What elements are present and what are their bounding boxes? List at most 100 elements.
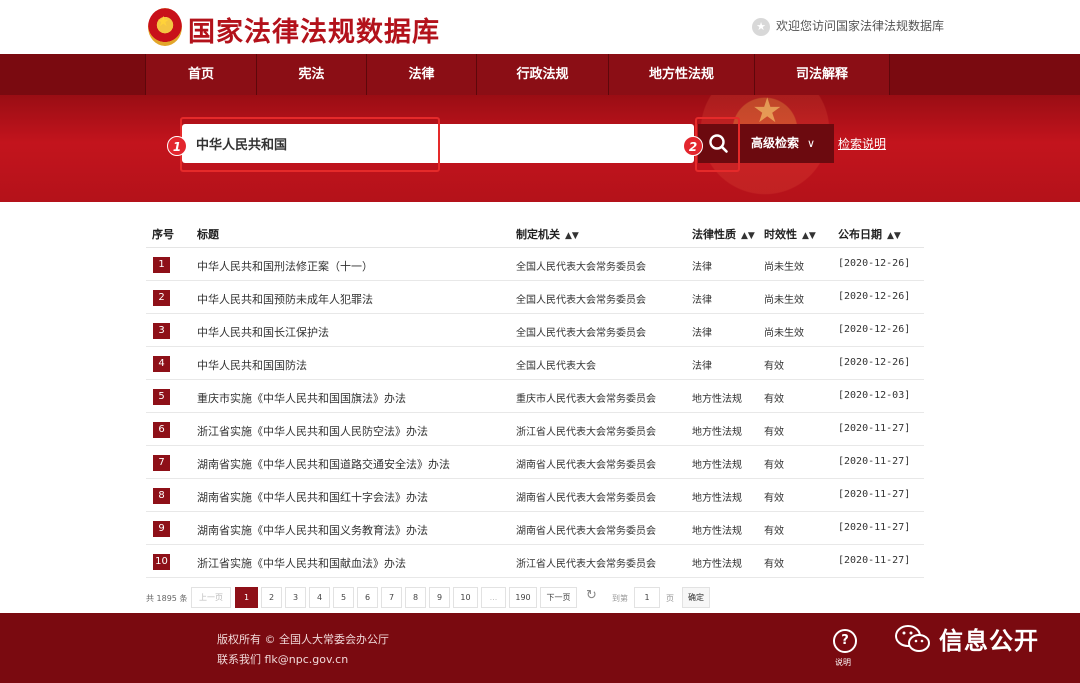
row-status: 有效 xyxy=(764,427,784,438)
nav-item-judicial-interpretation[interactable]: 司法解释 xyxy=(755,54,890,95)
column-header-title: 标题 xyxy=(197,228,219,241)
national-emblem-icon xyxy=(148,8,182,46)
row-date: [2020-11-27] xyxy=(838,555,911,566)
row-date: [2020-12-26] xyxy=(838,324,911,335)
row-org: 全国人民代表大会常务委员会 xyxy=(516,295,646,306)
refresh-icon[interactable]: ↻ xyxy=(586,588,597,603)
row-org: 湖南省人民代表大会常务委员会 xyxy=(516,460,656,471)
page-button-10[interactable]: 10 xyxy=(453,587,478,608)
column-header-date[interactable]: 公布日期 ▲▼ xyxy=(838,226,901,242)
next-page-button[interactable]: 下一页 xyxy=(540,587,577,608)
chevron-down-icon: ∨ xyxy=(807,137,816,150)
wechat-icon xyxy=(895,625,930,652)
row-title-link[interactable]: 中华人民共和国预防未成年人犯罪法 xyxy=(197,291,373,307)
advanced-search-dropdown[interactable]: 高级检索 ∨ xyxy=(740,124,834,163)
column-header-org-label: 制定机关 xyxy=(516,228,560,241)
row-status: 尚未生效 xyxy=(764,262,804,273)
welcome-text: 欢迎您访问国家法律法规数据库 xyxy=(776,19,945,33)
row-title-link[interactable]: 湖南省实施《中华人民共和国红十字会法》办法 xyxy=(197,489,428,505)
row-type: 地方性法规 xyxy=(692,526,742,537)
row-title-link[interactable]: 浙江省实施《中华人民共和国人民防空法》办法 xyxy=(197,423,428,439)
row-title-link[interactable]: 中华人民共和国长江保护法 xyxy=(197,324,329,340)
goto-label: 到第 xyxy=(612,594,628,603)
goto-confirm-button[interactable]: 确定 xyxy=(682,587,710,608)
row-date: [2020-12-26] xyxy=(838,357,911,368)
page-button-190[interactable]: 190 xyxy=(509,587,537,608)
row-status: 有效 xyxy=(764,361,784,372)
nav-item-law[interactable]: 法律 xyxy=(367,54,477,95)
nav-item-constitution[interactable]: 宪法 xyxy=(257,54,367,95)
table-row[interactable]: 9 湖南省实施《中华人民共和国义务教育法》办法 湖南省人民代表大会常务委员会 地… xyxy=(146,512,924,545)
callout-badge-2: 2 xyxy=(683,136,703,156)
table-row[interactable]: 7 湖南省实施《中华人民共和国道路交通安全法》办法 湖南省人民代表大会常务委员会… xyxy=(146,446,924,479)
row-org: 湖南省人民代表大会常务委员会 xyxy=(516,526,656,537)
row-number: 5 xyxy=(153,389,170,405)
row-title-link[interactable]: 湖南省实施《中华人民共和国道路交通安全法》办法 xyxy=(197,456,450,472)
page-button-7[interactable]: 7 xyxy=(381,587,402,608)
goto-page-input[interactable]: 1 xyxy=(634,587,660,608)
column-header-date-label: 公布日期 xyxy=(838,228,882,241)
results-table: 序号 标题 制定机关 ▲▼ 法律性质 ▲▼ 时效性 ▲▼ 公布日期 ▲▼ 1 中华人民共… xyxy=(146,216,924,578)
row-title-link[interactable]: 中华人民共和国国防法 xyxy=(197,357,307,373)
contact-text: 联系我们 flk@npc.gov.cn xyxy=(217,653,349,666)
table-row[interactable]: 10 浙江省实施《中华人民共和国献血法》办法 浙江省人民代表大会常务委员会 地方… xyxy=(146,545,924,578)
page-button-6[interactable]: 6 xyxy=(357,587,378,608)
page-button-8[interactable]: 8 xyxy=(405,587,426,608)
row-title-link[interactable]: 重庆市实施《中华人民共和国国旗法》办法 xyxy=(197,390,406,406)
main-nav: 首页 宪法 法律 行政法规 地方性法规 司法解释 xyxy=(0,54,1080,95)
page-button-5[interactable]: 5 xyxy=(333,587,354,608)
nav-item-administrative-regulations[interactable]: 行政法规 xyxy=(477,54,609,95)
row-title-link[interactable]: 中华人民共和国刑法修正案（十一） xyxy=(197,258,373,274)
table-row[interactable]: 4 中华人民共和国国防法 全国人民代表大会 法律 有效 [2020-12-26] xyxy=(146,347,924,380)
site-title[interactable]: 国家法律法规数据库 xyxy=(188,10,440,49)
nav-item-local-regulations[interactable]: 地方性法规 xyxy=(609,54,755,95)
column-header-status-label: 时效性 xyxy=(764,228,797,241)
advanced-search-label: 高级检索 xyxy=(751,136,800,150)
sort-icon[interactable]: ▲▼ xyxy=(802,231,816,241)
help-icon[interactable]: ? xyxy=(833,629,857,653)
page-button-3[interactable]: 3 xyxy=(285,587,306,608)
search-help-link[interactable]: 检索说明 xyxy=(838,135,886,152)
column-header-type[interactable]: 法律性质 ▲▼ xyxy=(692,226,755,242)
help-label[interactable]: 说明 xyxy=(835,657,851,668)
column-header-org[interactable]: 制定机关 ▲▼ xyxy=(516,226,579,242)
row-date: [2020-11-27] xyxy=(838,456,911,467)
row-org: 浙江省人民代表大会常务委员会 xyxy=(516,559,656,570)
row-status: 有效 xyxy=(764,526,784,537)
page-button-9[interactable]: 9 xyxy=(429,587,450,608)
pagination: 共 1895 条 上一页 1 2 3 4 5 6 7 8 9 10 ... 19… xyxy=(146,587,926,609)
sort-icon[interactable]: ▲▼ xyxy=(741,231,755,241)
column-header-type-label: 法律性质 xyxy=(692,228,736,241)
row-number: 2 xyxy=(153,290,170,306)
table-row[interactable]: 2 中华人民共和国预防未成年人犯罪法 全国人民代表大会常务委员会 法律 尚未生效… xyxy=(146,281,924,314)
page-button-2[interactable]: 2 xyxy=(261,587,282,608)
row-title-link[interactable]: 湖南省实施《中华人民共和国义务教育法》办法 xyxy=(197,522,428,538)
row-status: 尚未生效 xyxy=(764,295,804,306)
row-date: [2020-12-26] xyxy=(838,291,911,302)
table-row[interactable]: 6 浙江省实施《中华人民共和国人民防空法》办法 浙江省人民代表大会常务委员会 地… xyxy=(146,413,924,446)
column-header-status[interactable]: 时效性 ▲▼ xyxy=(764,226,816,242)
row-type: 地方性法规 xyxy=(692,493,742,504)
row-number: 3 xyxy=(153,323,170,339)
prev-page-button[interactable]: 上一页 xyxy=(191,587,231,608)
nav-item-home[interactable]: 首页 xyxy=(145,54,257,95)
row-number: 1 xyxy=(153,257,170,273)
table-row[interactable]: 8 湖南省实施《中华人民共和国红十字会法》办法 湖南省人民代表大会常务委员会 地… xyxy=(146,479,924,512)
row-title-link[interactable]: 浙江省实施《中华人民共和国献血法》办法 xyxy=(197,555,406,571)
row-status: 有效 xyxy=(764,493,784,504)
callout-badge-1: 1 xyxy=(167,136,187,156)
row-org: 全国人民代表大会常务委员会 xyxy=(516,328,646,339)
welcome-message: ★ 欢迎您访问国家法律法规数据库 xyxy=(752,17,944,36)
table-row[interactable]: 5 重庆市实施《中华人民共和国国旗法》办法 重庆市人民代表大会常务委员会 地方性… xyxy=(146,380,924,413)
page-button-1[interactable]: 1 xyxy=(235,587,258,608)
row-type: 地方性法规 xyxy=(692,460,742,471)
row-number: 8 xyxy=(153,488,170,504)
table-row[interactable]: 1 中华人民共和国刑法修正案（十一） 全国人民代表大会常务委员会 法律 尚未生效… xyxy=(146,248,924,281)
sort-icon[interactable]: ▲▼ xyxy=(887,231,901,241)
sort-icon[interactable]: ▲▼ xyxy=(565,231,579,241)
row-number: 10 xyxy=(153,554,170,570)
table-row[interactable]: 3 中华人民共和国长江保护法 全国人民代表大会常务委员会 法律 尚未生效 [20… xyxy=(146,314,924,347)
row-status: 有效 xyxy=(764,460,784,471)
page-button-4[interactable]: 4 xyxy=(309,587,330,608)
row-number: 7 xyxy=(153,455,170,471)
